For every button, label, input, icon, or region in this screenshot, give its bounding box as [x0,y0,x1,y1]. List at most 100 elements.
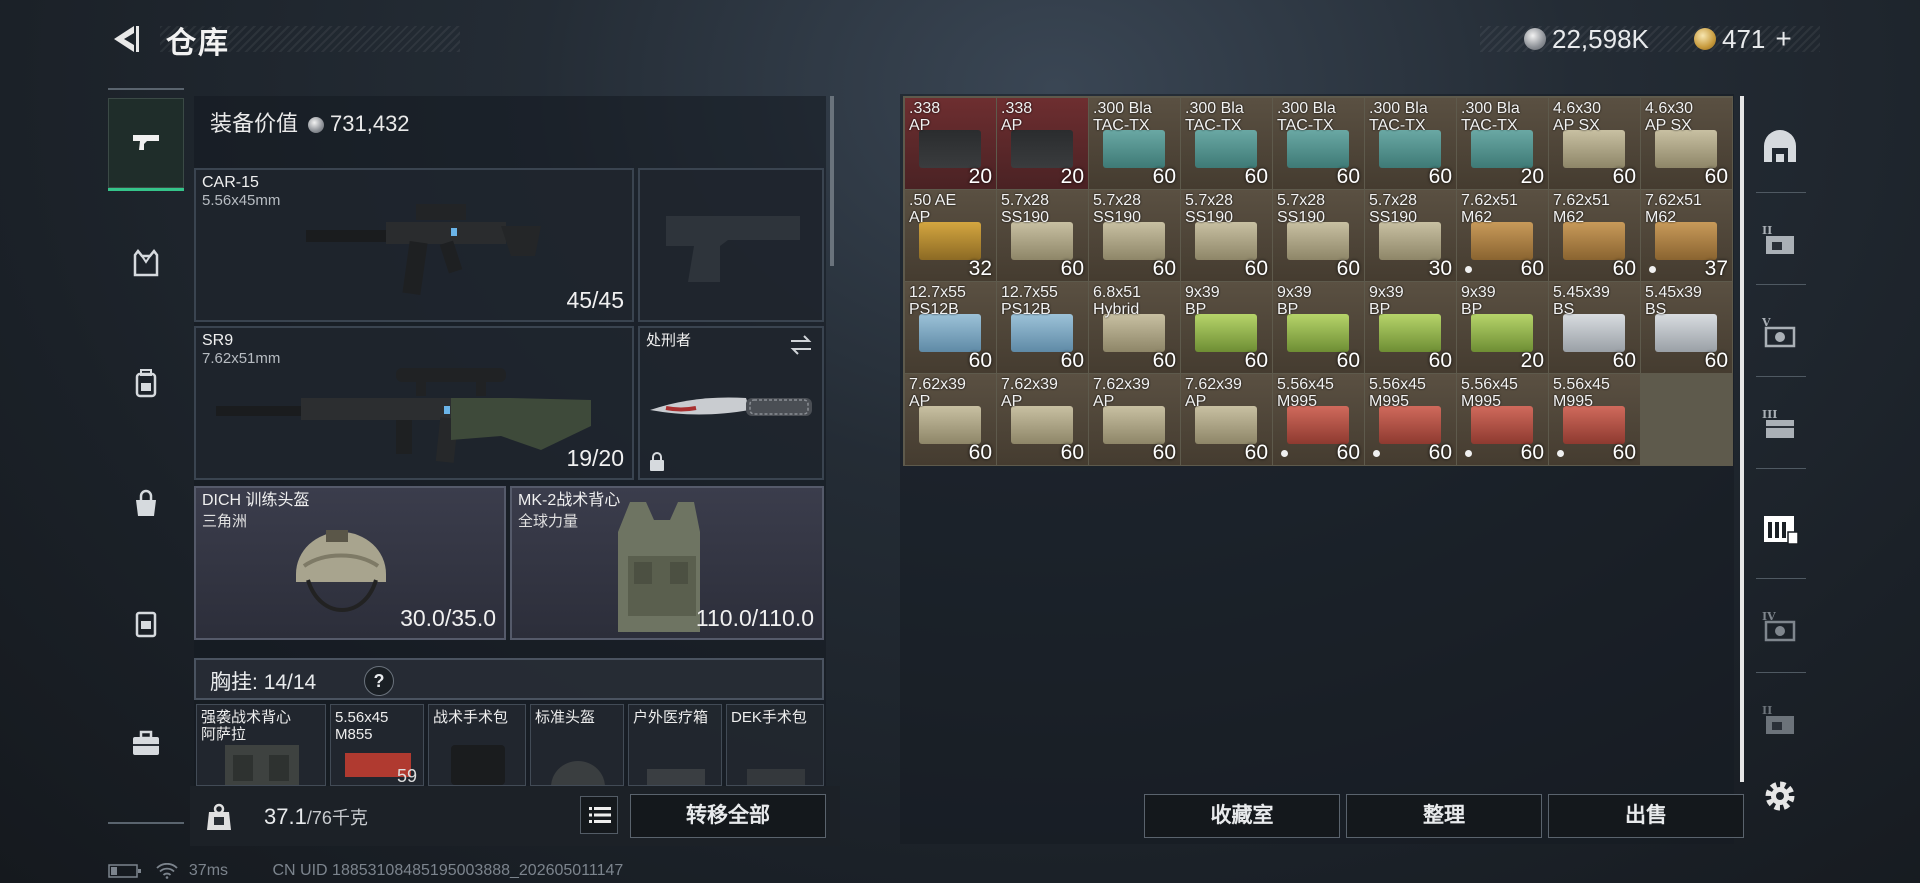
secondary-weapon-slot[interactable]: SR9 7.62x51mm 19/20 [194,326,634,480]
sell-button[interactable]: 出售 [1548,794,1744,838]
settings-button[interactable] [1748,754,1812,838]
storage-item[interactable]: 5.7x28 SS190 60 [1089,190,1180,281]
helmet-slot[interactable]: DICH 训练头盔 三角洲 30.0/35.0 [194,486,506,640]
storage-item[interactable]: 7.62x51 M62 37 [1641,190,1732,281]
storage-item[interactable]: 5.45x39 BS 60 [1549,282,1640,373]
storage-tab-5[interactable]: V [1748,290,1812,374]
storage-item[interactable]: .300 Bla TAC-TX 60 [1089,98,1180,189]
storage-item[interactable]: 9x39 BP 20 [1457,282,1548,373]
list-icon [589,807,611,823]
marker-dot [1557,450,1564,457]
storage-item[interactable]: 5.7x28 SS190 60 [997,190,1088,281]
storage-item[interactable]: .300 Bla TAC-TX 60 [1273,98,1364,189]
item-count: 60 [1428,165,1452,188]
item-label: 5.56x45 M995 [1369,376,1426,410]
level-ii-case-icon: II [1762,224,1794,254]
nav-divider [108,822,184,824]
add-gold-button[interactable]: + [1775,23,1791,54]
chest-rig-item[interactable]: 强袭战术背心 阿萨拉 [196,704,326,786]
storage-item[interactable]: 7.62x51 M62 60 [1457,190,1548,281]
nav-weapons[interactable] [108,98,184,191]
storage-item[interactable]: .300 Bla TAC-TX 20 [1457,98,1548,189]
storage-item[interactable]: 4.6x30 AP SX 60 [1641,98,1732,189]
chest-rig-item[interactable]: 5.56x45 M855 59 [330,704,424,786]
item-count: 60 [968,349,992,372]
vest-image [225,745,299,785]
storage-item[interactable]: 6.8x51 Hybrid 60 [1089,282,1180,373]
primary-weapon-slot[interactable]: CAR-15 5.56x45mm 45/45 [194,168,634,322]
chest-rig-item[interactable]: DEK手术包 [726,704,824,786]
storage-item[interactable]: 12.7x55 PS12B 60 [905,282,996,373]
storage-item[interactable]: 7.62x51 M62 60 [1549,190,1640,281]
storage-item[interactable]: 7.62x39 AP 60 [1181,374,1272,465]
storage-item[interactable]: 9x39 BP 60 [1365,282,1456,373]
chest-rig-item[interactable]: 战术手术包 [428,704,526,786]
marker-dot [1465,450,1472,457]
melee-slot[interactable]: 处刑者 [638,326,824,480]
storage-item[interactable]: .300 Bla TAC-TX 60 [1181,98,1272,189]
storage-tab-2[interactable]: II [1748,198,1812,282]
nav-case[interactable] [108,578,184,668]
level-iv-case-icon: IV [1762,610,1796,642]
gold-currency[interactable]: 471 + [1694,22,1792,55]
pistol-slot[interactable] [638,168,824,322]
back-arrow-icon[interactable] [108,22,142,56]
nav-bag[interactable] [108,458,184,548]
item-label: .300 Bla TAC-TX [1093,100,1152,134]
ammo-box-image [1287,222,1349,260]
storage-item[interactable]: .338 AP 20 [905,98,996,189]
storage-item[interactable]: 5.56x45 M995 60 [1273,374,1364,465]
storage-item[interactable]: 7.62x39 AP 60 [997,374,1088,465]
knife-image [650,397,812,416]
item-count: 32 [968,257,992,280]
list-view-button[interactable] [580,796,618,834]
storage-item[interactable]: .338 AP 20 [997,98,1088,189]
storage-tab-4[interactable]: IV [1748,584,1812,668]
item-label: 9x39 BP [1277,284,1312,318]
storage-item[interactable]: 7.62x39 AP 60 [905,374,996,465]
item-count: 60 [1612,441,1636,464]
storage-item[interactable]: .300 Bla TAC-TX 60 [1365,98,1456,189]
item-label: 7.62x39 AP [1093,376,1150,410]
storage-item[interactable]: 9x39 BP 60 [1273,282,1364,373]
storage-item[interactable]: 5.7x28 SS190 60 [1273,190,1364,281]
safe-case-icon [1764,516,1799,545]
nav-toolbox[interactable] [108,698,184,788]
ammo-box-image [1471,130,1533,168]
weight-max: /76千克 [306,808,368,828]
storage-scrollbar[interactable] [1740,96,1744,782]
surgery-kit-image [747,769,805,785]
nav-backpack[interactable] [108,338,184,428]
storage-item[interactable]: 5.7x28 SS190 60 [1181,190,1272,281]
swap-icon[interactable] [788,334,814,356]
storage-item[interactable]: 12.7x55 PS12B 60 [997,282,1088,373]
storage-tab-main[interactable] [1748,106,1812,190]
nav-armor[interactable] [108,218,184,308]
storage-tab-safe[interactable] [1748,486,1812,570]
chest-rig-item[interactable]: 户外医疗箱 [628,704,722,786]
storage-item[interactable]: .50 AE AP 32 [905,190,996,281]
organize-button[interactable]: 整理 [1346,794,1542,838]
toolbox-icon [133,730,159,755]
transfer-all-button[interactable]: 转移全部 [630,794,826,838]
rifle-image [306,204,541,295]
storage-item[interactable]: 5.7x28 SS190 30 [1365,190,1456,281]
storage-tab-3[interactable]: III [1748,382,1812,466]
chest-rig-help-button[interactable]: ? [364,666,394,696]
storage-item[interactable]: 5.56x45 M995 60 [1457,374,1548,465]
nav-divider [108,88,184,90]
equipment-scrollbar[interactable] [830,96,834,266]
storage-item[interactable]: 5.56x45 M995 60 [1365,374,1456,465]
equipment-value: 装备价值 731,432 [210,106,410,138]
storage-item[interactable]: 4.6x30 AP SX 60 [1549,98,1640,189]
storage-item[interactable]: 5.45x39 BS 60 [1641,282,1732,373]
storage-item[interactable]: 9x39 BP 60 [1181,282,1272,373]
storage-item[interactable]: 7.62x39 AP 60 [1089,374,1180,465]
collection-room-button[interactable]: 收藏室 [1144,794,1340,838]
chest-rig-item[interactable]: 标准头盔 [530,704,624,786]
body-armor-slot[interactable]: MK-2战术背心 全球力量 110.0/110.0 [510,486,824,640]
storage-tab-6[interactable]: II [1748,678,1812,762]
storage-item[interactable]: 5.56x45 M995 60 [1549,374,1640,465]
item-label: 5.7x28 SS190 [1185,192,1234,226]
item-count: 60 [1244,349,1268,372]
